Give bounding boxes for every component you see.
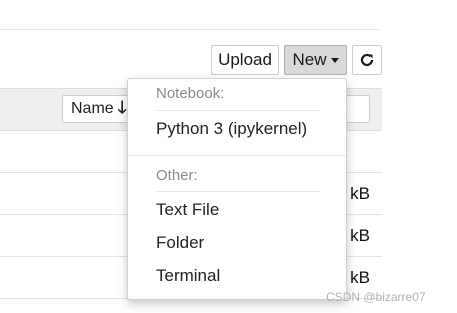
file-size: kB [350,268,370,287]
sort-name-label: Name [71,100,114,117]
toolbar-divider [0,29,381,30]
caret-down-icon [330,57,339,63]
menu-item-text-file[interactable]: Text File [156,200,219,220]
file-size: kB [350,226,370,245]
down-arrow-icon: 🡓 [117,97,127,117]
watermark: CSDN @bizarre07 [326,290,426,304]
new-dropdown-menu: Notebook: Python 3 (ipykernel) Other: Te… [127,78,347,300]
other-section-header: Other: [156,167,198,184]
menu-divider [156,110,320,111]
new-label: New [292,50,327,69]
menu-item-python3[interactable]: Python 3 (ipykernel) [156,119,307,139]
refresh-icon [360,53,374,67]
upload-label: Upload [218,50,272,69]
new-dropdown-button[interactable]: New [284,45,347,75]
menu-item-folder[interactable]: Folder [156,233,204,253]
notebook-section-header: Notebook: [156,85,225,102]
file-size: kB [350,184,370,203]
menu-divider [128,155,346,156]
menu-divider [156,191,320,192]
upload-button[interactable]: Upload [211,45,279,75]
refresh-button[interactable] [352,45,382,75]
menu-item-terminal[interactable]: Terminal [156,266,220,286]
